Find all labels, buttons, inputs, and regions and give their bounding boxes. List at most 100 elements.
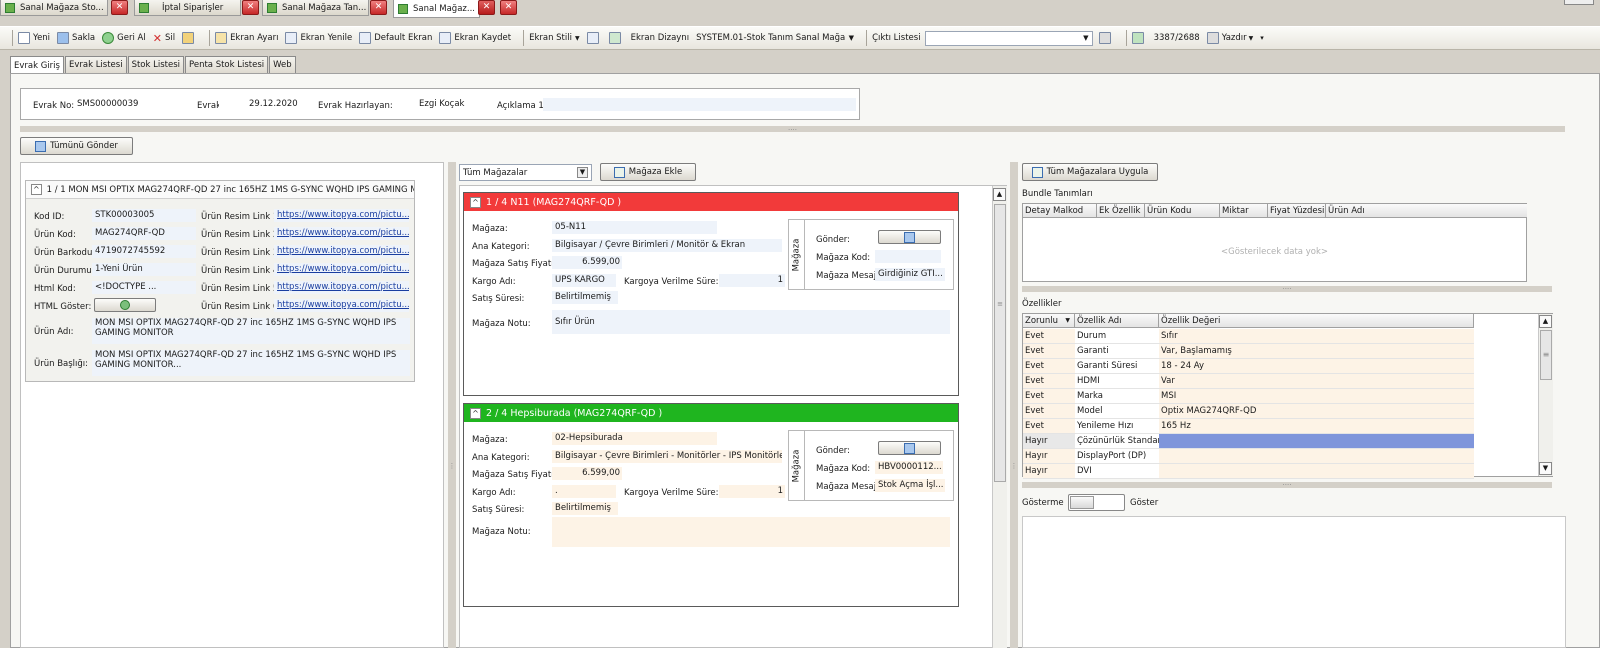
collapse-icon[interactable]: ^ xyxy=(470,196,481,208)
sale-duration-value[interactable]: Belirtilmemiş xyxy=(552,502,618,515)
feature-value-cell[interactable]: Var, Başlamamış xyxy=(1159,344,1474,359)
image-link-4[interactable]: https://www.itopya.com/pictu... xyxy=(274,263,409,276)
html-code-value[interactable]: <!DOCTYPE ... xyxy=(92,281,196,294)
feature-value-cell[interactable]: MSI xyxy=(1159,389,1474,404)
arrow-button[interactable] xyxy=(1131,32,1147,44)
product-status-value[interactable]: 1-Yeni Ürün xyxy=(92,263,196,276)
doc-tab-2[interactable]: İptal Siparişler xyxy=(134,0,241,16)
feature-value-cell[interactable]: Sıfır xyxy=(1159,329,1474,344)
feature-required-cell[interactable]: Evet xyxy=(1023,329,1075,344)
close-tab-1-button[interactable]: ✕ xyxy=(111,0,128,15)
tools-button[interactable] xyxy=(182,32,197,44)
product-barcode-value[interactable]: 4719072745592 xyxy=(92,245,196,258)
feature-value-cell[interactable] xyxy=(1159,434,1474,449)
feature-required-cell[interactable]: Hayır xyxy=(1023,449,1075,464)
bundle-col-header[interactable]: Ürün Adı xyxy=(1326,204,1527,218)
image-link-6[interactable]: https://www.itopya.com/pictu... xyxy=(274,299,409,312)
bundle-col-header[interactable]: Miktar xyxy=(1220,204,1268,218)
feature-name-cell[interactable]: Çözünürlük Standard xyxy=(1075,434,1166,449)
toolbar-overflow[interactable]: ▾ xyxy=(1260,34,1264,42)
features-col-required[interactable]: Zorunlu ▼ xyxy=(1023,314,1075,328)
store-price-value[interactable]: 6.599,00 xyxy=(552,256,622,269)
doc-tab-3[interactable]: Sanal Mağaza Tan... xyxy=(262,0,369,16)
feature-name-cell[interactable]: Durum xyxy=(1075,329,1159,344)
product-heading-value[interactable]: MON MSI OPTIX MAG274QRF-QD 27 inc 165HZ … xyxy=(92,350,410,376)
feature-value-cell[interactable]: 165 Hz xyxy=(1159,419,1474,434)
product-name-value[interactable]: MON MSI OPTIX MAG274QRF-QD 27 inc 165HZ … xyxy=(92,318,410,344)
feature-value-cell[interactable] xyxy=(1159,449,1474,464)
export-button[interactable] xyxy=(586,32,602,44)
screen-style-dropdown[interactable]: Ekran Stili ▼ xyxy=(529,33,580,43)
screen-design-select[interactable]: SYSTEM.01-Stok Tanım Sanal Mağa ▼ xyxy=(693,31,857,46)
feature-value-cell[interactable]: 18 - 24 Ay xyxy=(1159,359,1474,374)
feature-required-cell[interactable]: Hayır xyxy=(1023,464,1075,479)
print-dropdown[interactable]: Yazdır ▼ xyxy=(1206,32,1253,44)
bundle-col-header[interactable]: Ürün Kodu xyxy=(1145,204,1220,218)
cargo-time-value[interactable]: 1 xyxy=(719,485,785,498)
feature-name-cell[interactable]: HDMI xyxy=(1075,374,1159,389)
doc-tab-4-active[interactable]: Sanal Mağaz... xyxy=(393,0,480,18)
tab-evrak-giris[interactable]: Evrak Giriş xyxy=(10,56,64,74)
features-col-name[interactable]: Özellik Adı xyxy=(1075,314,1159,328)
cargo-value[interactable]: . xyxy=(552,485,616,498)
scroll-up-icon[interactable]: ▲ xyxy=(1539,315,1552,328)
doc-tab-1[interactable]: Sanal Mağaza Sto... xyxy=(0,0,108,16)
store-code-value[interactable]: HBV0000112... xyxy=(875,461,943,474)
store-price-value[interactable]: 6.599,00 xyxy=(552,467,622,480)
feature-required-cell[interactable]: Evet xyxy=(1023,359,1075,374)
feature-required-cell[interactable]: Hayır xyxy=(1023,434,1075,449)
feature-value-cell[interactable]: Var xyxy=(1159,374,1474,389)
document-no-value[interactable]: SMS00000039 xyxy=(74,98,192,111)
store-message-value[interactable]: Stok Açma İşl... xyxy=(875,479,945,492)
sale-duration-value[interactable]: Belirtilmemiş xyxy=(552,291,618,304)
import-button[interactable] xyxy=(608,32,624,44)
feature-name-cell[interactable]: Yenileme Hızı xyxy=(1075,419,1159,434)
save-button[interactable]: Sakla xyxy=(57,32,95,44)
feature-required-cell[interactable]: Evet xyxy=(1023,344,1075,359)
bundle-col-header[interactable]: Detay Malkod xyxy=(1023,204,1097,218)
document-date-value[interactable]: 29.12.2020 xyxy=(219,98,317,111)
image-link-3[interactable]: https://www.itopya.com/pictu... xyxy=(274,245,409,258)
bundle-col-header[interactable]: Ek Özellik xyxy=(1097,204,1145,218)
store-value[interactable]: 05-N11 xyxy=(552,221,717,234)
send-all-button[interactable]: Tümünü Gönder xyxy=(20,137,133,155)
feature-name-cell[interactable]: Garanti xyxy=(1075,344,1159,359)
feature-name-cell[interactable]: Garanti Süresi xyxy=(1075,359,1159,374)
cargo-value[interactable]: UPS KARGO xyxy=(552,274,616,287)
category-value[interactable]: Bilgisayar - Çevre Birimleri - Monitörle… xyxy=(552,450,782,463)
document-preparer-value[interactable]: Ezgi Koçak xyxy=(416,98,496,111)
feature-name-cell[interactable]: DVI xyxy=(1075,464,1159,479)
vertical-splitter-left[interactable]: ⋮ xyxy=(448,162,456,648)
default-screen-button[interactable]: Default Ekran xyxy=(359,32,432,44)
feature-value-cell[interactable]: Optix MAG274QRF-QD xyxy=(1159,404,1474,419)
scroll-thumb[interactable]: ≡ xyxy=(1540,330,1552,380)
product-code-value[interactable]: MAG274QRF-QD xyxy=(92,227,196,240)
image-link-2[interactable]: https://www.itopya.com/pictu... xyxy=(274,227,409,240)
close-tab-4-button[interactable]: ✕ xyxy=(500,0,517,15)
output-list-select[interactable]: ▼ xyxy=(924,30,1093,46)
apply-all-stores-button[interactable]: Tüm Mağazalara Uygula xyxy=(1022,163,1158,181)
bundle-col-header[interactable]: Fiyat Yüzdesi xyxy=(1268,204,1326,218)
product-id-value[interactable]: STK00003005 xyxy=(92,209,196,222)
feature-name-cell[interactable]: DisplayPort (DP) xyxy=(1075,449,1159,464)
bundle-grid[interactable]: Detay Malkod Ek Özellik Ürün Kodu Miktar… xyxy=(1022,203,1527,282)
stores-filter-select[interactable]: Tüm Mağazalar ▼ xyxy=(459,164,592,181)
features-col-value[interactable]: Özellik Değeri xyxy=(1159,314,1474,328)
screen-settings-button[interactable]: Ekran Ayarı xyxy=(215,32,278,44)
tab-evrak-listesi[interactable]: Evrak Listesi xyxy=(64,56,127,73)
send-button[interactable] xyxy=(878,441,941,455)
horizontal-splitter[interactable]: .... xyxy=(20,125,1565,132)
new-button[interactable]: Yeni xyxy=(18,32,50,44)
image-link-1[interactable]: https://www.itopya.com/pictu... xyxy=(274,209,409,222)
vertical-splitter-right[interactable]: ⋮ xyxy=(1010,162,1018,648)
cargo-time-value[interactable]: 1 xyxy=(719,274,785,287)
store-message-value[interactable]: Girdiğiniz GTI... xyxy=(875,268,945,281)
tab-penta-stok-listesi[interactable]: Penta Stok Listesi xyxy=(185,56,269,73)
feature-name-cell[interactable]: Model xyxy=(1075,404,1159,419)
screen-save-button[interactable]: Ekran Kaydet xyxy=(439,32,511,44)
features-grid[interactable]: Zorunlu ▼ Özellik Adı Özellik Değeri Evet… xyxy=(1022,313,1553,479)
delete-button[interactable]: ✕ Sil xyxy=(153,32,175,45)
horizontal-splitter[interactable]: .... xyxy=(1022,480,1552,488)
add-store-button[interactable]: Mağaza Ekle xyxy=(600,163,696,181)
store-code-value[interactable] xyxy=(875,250,941,263)
